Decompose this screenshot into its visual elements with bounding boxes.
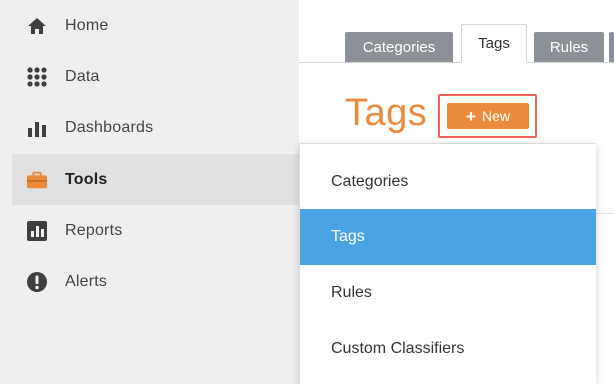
- dropdown-item-rules[interactable]: Rules: [300, 265, 596, 321]
- tab-tags[interactable]: Tags: [461, 24, 527, 63]
- bar-chart-icon: [26, 117, 48, 139]
- home-icon: [26, 15, 48, 37]
- dropdown-item-tags[interactable]: Tags: [300, 209, 596, 265]
- sidebar-item-home[interactable]: Home: [12, 0, 299, 51]
- new-item-dropdown: Categories Tags Rules Custom Classifiers: [299, 143, 596, 384]
- sidebar-item-tools[interactable]: Tools: [12, 154, 299, 205]
- alert-icon: [26, 271, 48, 293]
- dropdown-item-categories[interactable]: Categories: [300, 154, 596, 210]
- sidebar-item-dashboards[interactable]: Dashboards: [12, 102, 299, 153]
- new-button[interactable]: + New: [447, 103, 529, 129]
- sidebar-item-label: Reports: [65, 221, 123, 239]
- plus-icon: +: [466, 106, 476, 126]
- sidebar-item-label: Tools: [65, 170, 108, 188]
- sidebar-item-label: Alerts: [65, 272, 108, 290]
- toolbox-icon: [26, 169, 48, 191]
- sidebar: Home Data Dashboards Tools Reports Alert…: [0, 0, 299, 384]
- sidebar-item-alerts[interactable]: Alerts: [12, 256, 299, 307]
- tabs-divider: [299, 62, 614, 63]
- divider: [596, 213, 614, 214]
- grid-dots-icon: [26, 66, 48, 88]
- tab-rules[interactable]: Rules: [534, 32, 604, 62]
- dropdown-item-custom-classifiers[interactable]: Custom Classifiers: [300, 321, 596, 377]
- sidebar-item-label: Data: [65, 67, 100, 85]
- sidebar-item-label: Home: [65, 16, 109, 34]
- tab-overflow[interactable]: [609, 32, 614, 62]
- sidebar-item-data[interactable]: Data: [12, 51, 299, 102]
- tab-categories[interactable]: Categories: [345, 32, 453, 62]
- sidebar-item-reports[interactable]: Reports: [12, 205, 299, 256]
- report-chart-icon: [26, 220, 48, 242]
- sidebar-item-label: Dashboards: [65, 118, 154, 136]
- new-button-label: New: [481, 108, 510, 124]
- page-title: Tags: [345, 92, 428, 134]
